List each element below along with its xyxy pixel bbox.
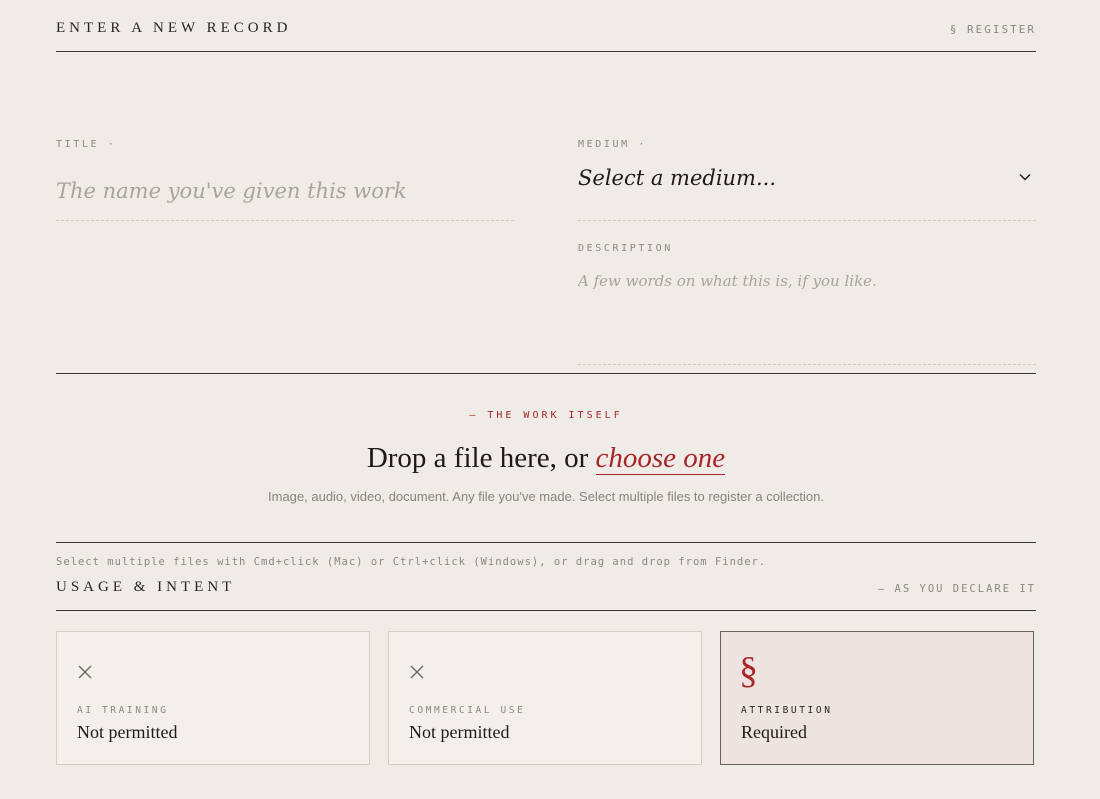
multi-select-hint: Select multiple files with Cmd+click (Ma… [56, 556, 767, 568]
choose-file-link[interactable]: choose one [595, 442, 726, 475]
chevron-down-icon [1019, 174, 1031, 181]
x-icon [78, 665, 92, 679]
card-value: Not permitted [409, 722, 510, 742]
x-icon [410, 665, 424, 679]
card-value: Required [741, 722, 807, 742]
dropzone-kicker: — THE WORK ITSELF [469, 410, 623, 421]
usage-card-ai-training[interactable]: AI TRAINING Not permitted [56, 631, 370, 765]
card-label: AI TRAINING [77, 705, 169, 716]
dropzone-headline: Drop a file here, or choose one [56, 442, 1036, 475]
dropzone-divider [56, 542, 1036, 543]
file-dropzone[interactable]: — THE WORK ITSELF Drop a file here, or c… [56, 374, 1036, 542]
section-icon: § [739, 650, 758, 692]
usage-section-title: USAGE & INTENT [56, 579, 236, 595]
medium-label: MEDIUM · [578, 139, 647, 150]
page-title: ENTER A NEW RECORD [56, 20, 292, 36]
medium-select[interactable]: Select a medium... [578, 162, 1036, 221]
title-label: TITLE · [56, 139, 117, 150]
page-header: ENTER A NEW RECORD § REGISTER [56, 18, 1036, 52]
register-link[interactable]: § REGISTER [950, 23, 1036, 36]
dropzone-headline-text: Drop a file here, or [366, 442, 596, 474]
usage-section-note: — AS YOU DECLARE IT [877, 583, 1036, 595]
title-input[interactable] [56, 162, 514, 221]
card-label: ATTRIBUTION [741, 705, 833, 716]
medium-selected-value: Select a medium... [578, 166, 776, 190]
card-label: COMMERCIAL USE [409, 705, 526, 716]
usage-divider [56, 610, 1036, 611]
description-label: DESCRIPTION [578, 243, 673, 254]
dropzone-subtext: Image, audio, video, document. Any file … [268, 489, 824, 504]
usage-card-attribution[interactable]: § ATTRIBUTION Required [720, 631, 1034, 765]
card-value: Not permitted [77, 722, 178, 742]
description-input[interactable] [578, 268, 1036, 365]
usage-card-commercial-use[interactable]: COMMERCIAL USE Not permitted [388, 631, 702, 765]
